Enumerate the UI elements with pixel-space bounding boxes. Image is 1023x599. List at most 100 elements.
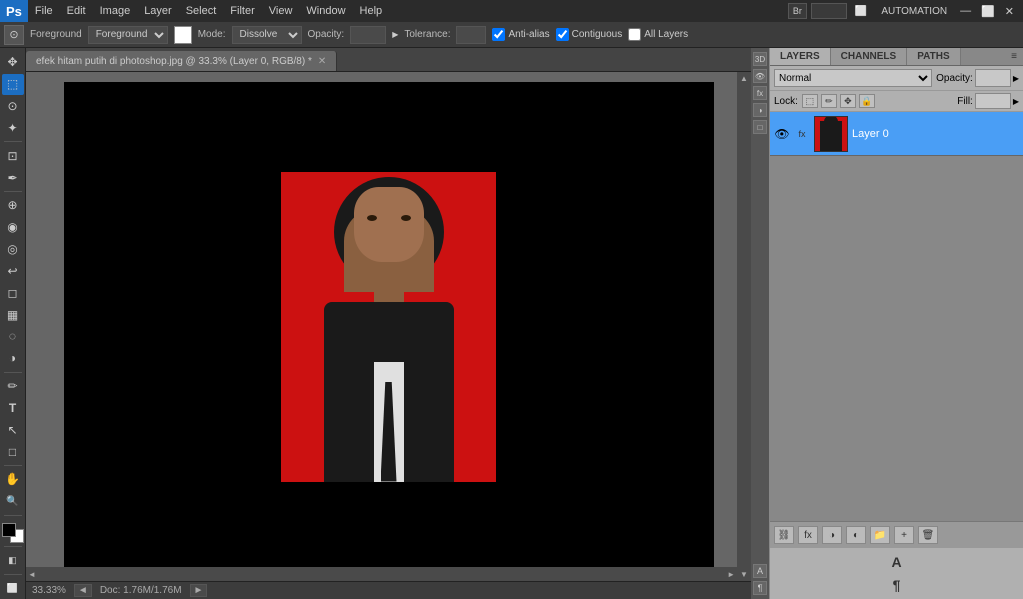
path-tool[interactable]: ↖ xyxy=(2,419,24,440)
blur-tool[interactable]: ◌ xyxy=(2,326,24,347)
mode-label: Mode: xyxy=(198,29,226,40)
channels-tab[interactable]: CHANNELS xyxy=(831,48,908,65)
layer-style-btn[interactable]: fx xyxy=(798,526,818,544)
screen-mode[interactable]: ⬜ xyxy=(851,6,871,17)
menu-image[interactable]: Image xyxy=(93,0,138,22)
menu-window[interactable]: Window xyxy=(299,0,352,22)
quick-mask-tool[interactable]: ◧ xyxy=(2,550,24,571)
fill-input[interactable]: 100% xyxy=(975,93,1011,109)
main-area: ✥ ⬚ ⊙ ✦ ⊡ ✒ ⊕ ◉ ◎ ↩ ◻ ▦ ◌ ◑ ✏ T ↖ □ ✋ 🔍 … xyxy=(0,48,1023,599)
opacity-input[interactable]: 100% xyxy=(350,26,386,44)
menu-select[interactable]: Select xyxy=(179,0,224,22)
mask-icon[interactable]: ◑ xyxy=(753,103,767,117)
lock-all-btn[interactable]: 🔒 xyxy=(859,94,875,108)
thumb-person xyxy=(820,121,842,151)
right-panel: LAYERS CHANNELS PATHS ≡ Normal Opacity: … xyxy=(769,48,1023,599)
brush-tool[interactable]: ◉ xyxy=(2,217,24,238)
lock-move-btn[interactable]: ✥ xyxy=(840,94,856,108)
blend-mode-dropdown[interactable]: Dissolve xyxy=(232,26,302,44)
status-nav-left[interactable]: ◄ xyxy=(74,584,92,597)
zoom-tool[interactable]: 🔍 xyxy=(2,491,24,512)
pen-tool[interactable]: ✏ xyxy=(2,376,24,397)
layer-thumbnail xyxy=(814,116,848,152)
new-layer-btn[interactable]: + xyxy=(894,526,914,544)
tool-options-icon[interactable]: ⊙ xyxy=(4,25,24,45)
foreground-color[interactable] xyxy=(2,523,16,537)
horizontal-scrollbar[interactable]: ◄ ► xyxy=(26,567,737,581)
layer-opacity-input[interactable]: 100% xyxy=(975,69,1011,87)
minimize-btn[interactable]: — xyxy=(957,5,974,17)
clone-tool[interactable]: ◎ xyxy=(2,239,24,260)
group-layer-btn[interactable]: 📁 xyxy=(870,526,890,544)
eyedropper-tool[interactable]: ✒ xyxy=(2,167,24,188)
canvas-bg xyxy=(64,82,714,572)
delete-layer-btn[interactable]: 🗑 xyxy=(918,526,938,544)
layers-tab[interactable]: LAYERS xyxy=(770,48,831,65)
move-tool[interactable]: ✥ xyxy=(2,52,24,73)
3d-tool-icon[interactable]: 3D xyxy=(753,52,767,66)
vertical-scrollbar[interactable]: ▲ ▼ xyxy=(737,72,751,581)
blend-mode-row: Normal Opacity: 100% ▶ xyxy=(770,66,1023,91)
paths-tab[interactable]: PATHS xyxy=(907,48,960,65)
color-swatch[interactable] xyxy=(174,26,192,44)
ps-logo: Ps xyxy=(0,0,28,22)
eraser-tool[interactable]: ◻ xyxy=(2,282,24,303)
menu-file[interactable]: File xyxy=(28,0,60,22)
restore-btn[interactable]: ⬜ xyxy=(978,5,998,18)
menu-help[interactable]: Help xyxy=(353,0,390,22)
menu-view[interactable]: View xyxy=(262,0,300,22)
opacity-arrow[interactable]: ▶ xyxy=(392,30,398,39)
color-boxes[interactable] xyxy=(2,523,24,544)
history-tool[interactable]: ↩ xyxy=(2,261,24,282)
dodge-tool[interactable]: ◑ xyxy=(2,348,24,369)
eye-icon[interactable]: 👁 xyxy=(753,69,767,83)
menu-filter[interactable]: Filter xyxy=(223,0,261,22)
shape-tool[interactable]: □ xyxy=(2,441,24,462)
link-layers-btn[interactable]: ⛓ xyxy=(774,526,794,544)
lock-transparent-btn[interactable]: ⬚ xyxy=(802,94,818,108)
layer-effects-btn[interactable]: fx xyxy=(794,126,810,142)
gradient-tool[interactable]: ▦ xyxy=(2,304,24,325)
opacity-stepper[interactable]: ▶ xyxy=(1013,74,1019,83)
text-align-icon[interactable]: A xyxy=(753,564,767,578)
bridge-icon[interactable]: Br xyxy=(788,3,807,19)
anti-alias-check[interactable] xyxy=(492,28,505,41)
tab-close-btn[interactable]: ✕ xyxy=(318,56,326,67)
layer-name[interactable]: Layer 0 xyxy=(852,128,1019,140)
automation-btn[interactable]: AUTOMATION xyxy=(875,6,953,17)
status-nav-right[interactable]: ► xyxy=(190,584,208,597)
lock-paint-btn[interactable]: ✏ xyxy=(821,94,837,108)
screen-mode-tool[interactable]: ⬜ xyxy=(2,578,24,599)
paragraph-panel-btn[interactable]: ¶ xyxy=(887,575,907,595)
shape-options-icon[interactable]: □ xyxy=(753,120,767,134)
menu-edit[interactable]: Edit xyxy=(60,0,93,22)
layer-mask-btn[interactable]: ◑ xyxy=(822,526,842,544)
panel-menu-btn[interactable]: ≡ xyxy=(1005,48,1023,65)
lasso-tool[interactable]: ⊙ xyxy=(2,96,24,117)
body-suit xyxy=(324,302,454,482)
contiguous-check[interactable] xyxy=(556,28,569,41)
layer-visibility-eye[interactable]: 👁 xyxy=(774,126,790,142)
hand-tool[interactable]: ✋ xyxy=(2,469,24,490)
zoom-input[interactable]: 33.3 xyxy=(811,3,847,19)
layer-blend-mode-select[interactable]: Normal xyxy=(774,69,932,87)
crop-tool[interactable]: ⊡ xyxy=(2,145,24,166)
paragraph-icon[interactable]: ¶ xyxy=(753,581,767,595)
foreground-dropdown[interactable]: Foreground xyxy=(88,26,168,44)
canvas-wrapper[interactable]: ▲ ▼ ◄ ► xyxy=(26,72,751,581)
adjustment-layer-btn[interactable]: ◐ xyxy=(846,526,866,544)
text-tool[interactable]: T xyxy=(2,398,24,419)
document-tab[interactable]: efek hitam putih di photoshop.jpg @ 33.3… xyxy=(26,51,337,71)
toolbar: ✥ ⬚ ⊙ ✦ ⊡ ✒ ⊕ ◉ ◎ ↩ ◻ ▦ ◌ ◑ ✏ T ↖ □ ✋ 🔍 … xyxy=(0,48,26,599)
heal-tool[interactable]: ⊕ xyxy=(2,195,24,216)
selection-tool[interactable]: ⬚ xyxy=(2,74,24,95)
tolerance-input[interactable]: 32 xyxy=(456,26,486,44)
close-btn[interactable]: ✕ xyxy=(1002,5,1017,18)
fill-stepper[interactable]: ▶ xyxy=(1013,97,1019,106)
menu-layer[interactable]: Layer xyxy=(137,0,179,22)
magic-wand-tool[interactable]: ✦ xyxy=(2,118,24,139)
layer-item-0[interactable]: 👁 fx Layer 0 xyxy=(770,112,1023,156)
effects-icon[interactable]: fx xyxy=(753,86,767,100)
text-panel-btn[interactable]: A xyxy=(887,552,907,572)
all-layers-check[interactable] xyxy=(628,28,641,41)
